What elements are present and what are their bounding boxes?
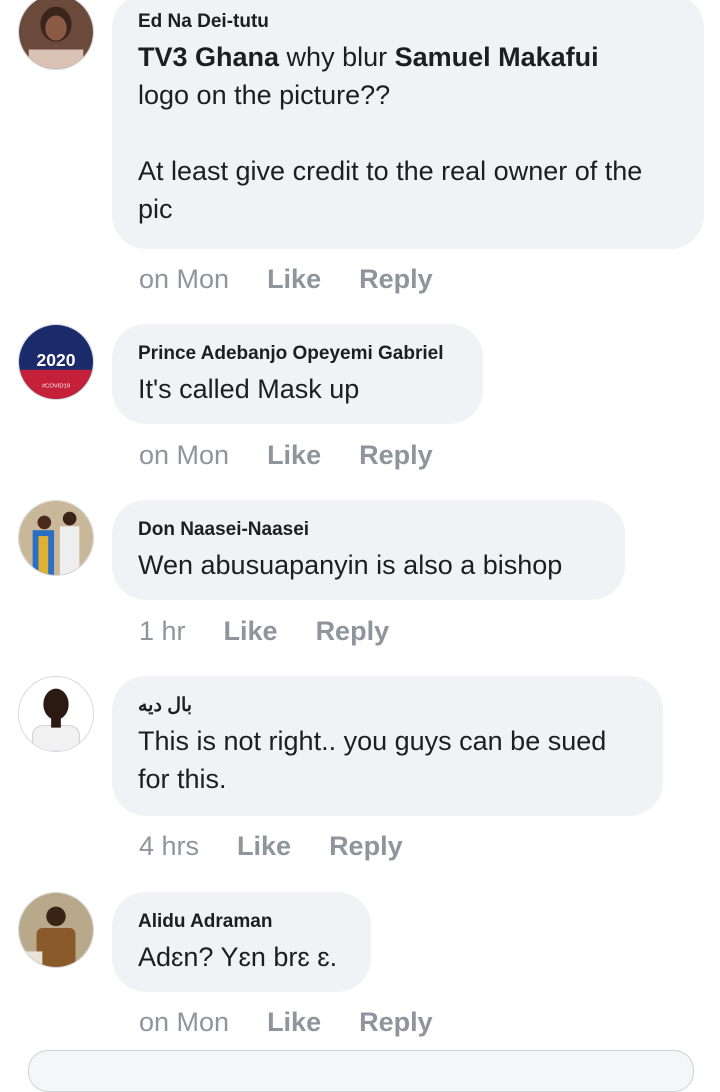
reply-button[interactable]: Reply — [329, 831, 403, 862]
like-button[interactable]: Like — [224, 616, 278, 647]
comment-text: Wen abusuapanyin is also a bishop — [138, 550, 563, 580]
avatar[interactable] — [18, 500, 94, 576]
like-button[interactable]: Like — [267, 1007, 321, 1038]
comment-actions: 4 hrs Like Reply — [139, 831, 441, 862]
comment-time[interactable]: on Mon — [139, 264, 229, 295]
comment-actions: 1 hr Like Reply — [139, 616, 427, 647]
comment-actions: on Mon Like Reply — [139, 1007, 471, 1038]
comment-input-bar[interactable] — [28, 1050, 694, 1092]
avatar[interactable] — [18, 0, 94, 70]
reply-button[interactable]: Reply — [359, 1007, 433, 1038]
comment-text: This is not right.. you guys can be sued… — [138, 726, 607, 794]
svg-text:#COVID19: #COVID19 — [42, 383, 70, 389]
comment-author[interactable]: Prince Adebanjo Opeyemi Gabriel — [138, 342, 457, 366]
comment-author[interactable]: Ed Na Dei-tutu — [138, 10, 678, 34]
comment-time[interactable]: on Mon — [139, 1007, 229, 1038]
reply-button[interactable]: Reply — [316, 616, 390, 647]
mention-link[interactable]: TV3 Ghana — [138, 42, 279, 72]
comment-text: TV3 Ghana why blur Samuel Makafui logo o… — [138, 42, 643, 224]
comment-author[interactable]: Alidu Adraman — [138, 910, 345, 934]
comment-bubble: بال ديه This is not right.. you guys can… — [112, 676, 663, 816]
user-photo-icon — [19, 0, 93, 69]
comment-bubble: Prince Adebanjo Opeyemi Gabriel It's cal… — [112, 324, 483, 424]
comment-actions: on Mon Like Reply — [139, 264, 471, 295]
comment-text: It's called Mask up — [138, 374, 360, 404]
avatar[interactable] — [18, 892, 94, 968]
covid-2020-avatar-icon: 2020 #COVID19 — [19, 325, 93, 399]
comment-actions: on Mon Like Reply — [139, 440, 471, 471]
comment-bubble: Don Naasei-Naasei Wen abusuapanyin is al… — [112, 500, 625, 600]
comment-time[interactable]: 1 hr — [139, 616, 186, 647]
reply-button[interactable]: Reply — [359, 440, 433, 471]
reply-button[interactable]: Reply — [359, 264, 433, 295]
like-button[interactable]: Like — [267, 264, 321, 295]
comment-time[interactable]: 4 hrs — [139, 831, 199, 862]
user-photo-icon — [19, 501, 93, 575]
avatar[interactable] — [18, 676, 94, 752]
comment-author[interactable]: بال ديه — [138, 694, 637, 718]
comment-time[interactable]: on Mon — [139, 440, 229, 471]
like-button[interactable]: Like — [237, 831, 291, 862]
mention-link[interactable]: Samuel Makafui — [395, 42, 599, 72]
comment-text: Adɛn? Yɛn brɛ ɛ. — [138, 942, 338, 972]
svg-text:2020: 2020 — [37, 350, 76, 370]
user-photo-icon — [19, 893, 93, 967]
user-photo-icon — [19, 677, 93, 751]
avatar[interactable]: 2020 #COVID19 — [18, 324, 94, 400]
comment-bubble: Alidu Adraman Adɛn? Yɛn brɛ ɛ. — [112, 892, 371, 992]
like-button[interactable]: Like — [267, 440, 321, 471]
comment-bubble: Ed Na Dei-tutu TV3 Ghana why blur Samuel… — [112, 0, 704, 249]
comment-author[interactable]: Don Naasei-Naasei — [138, 518, 599, 542]
